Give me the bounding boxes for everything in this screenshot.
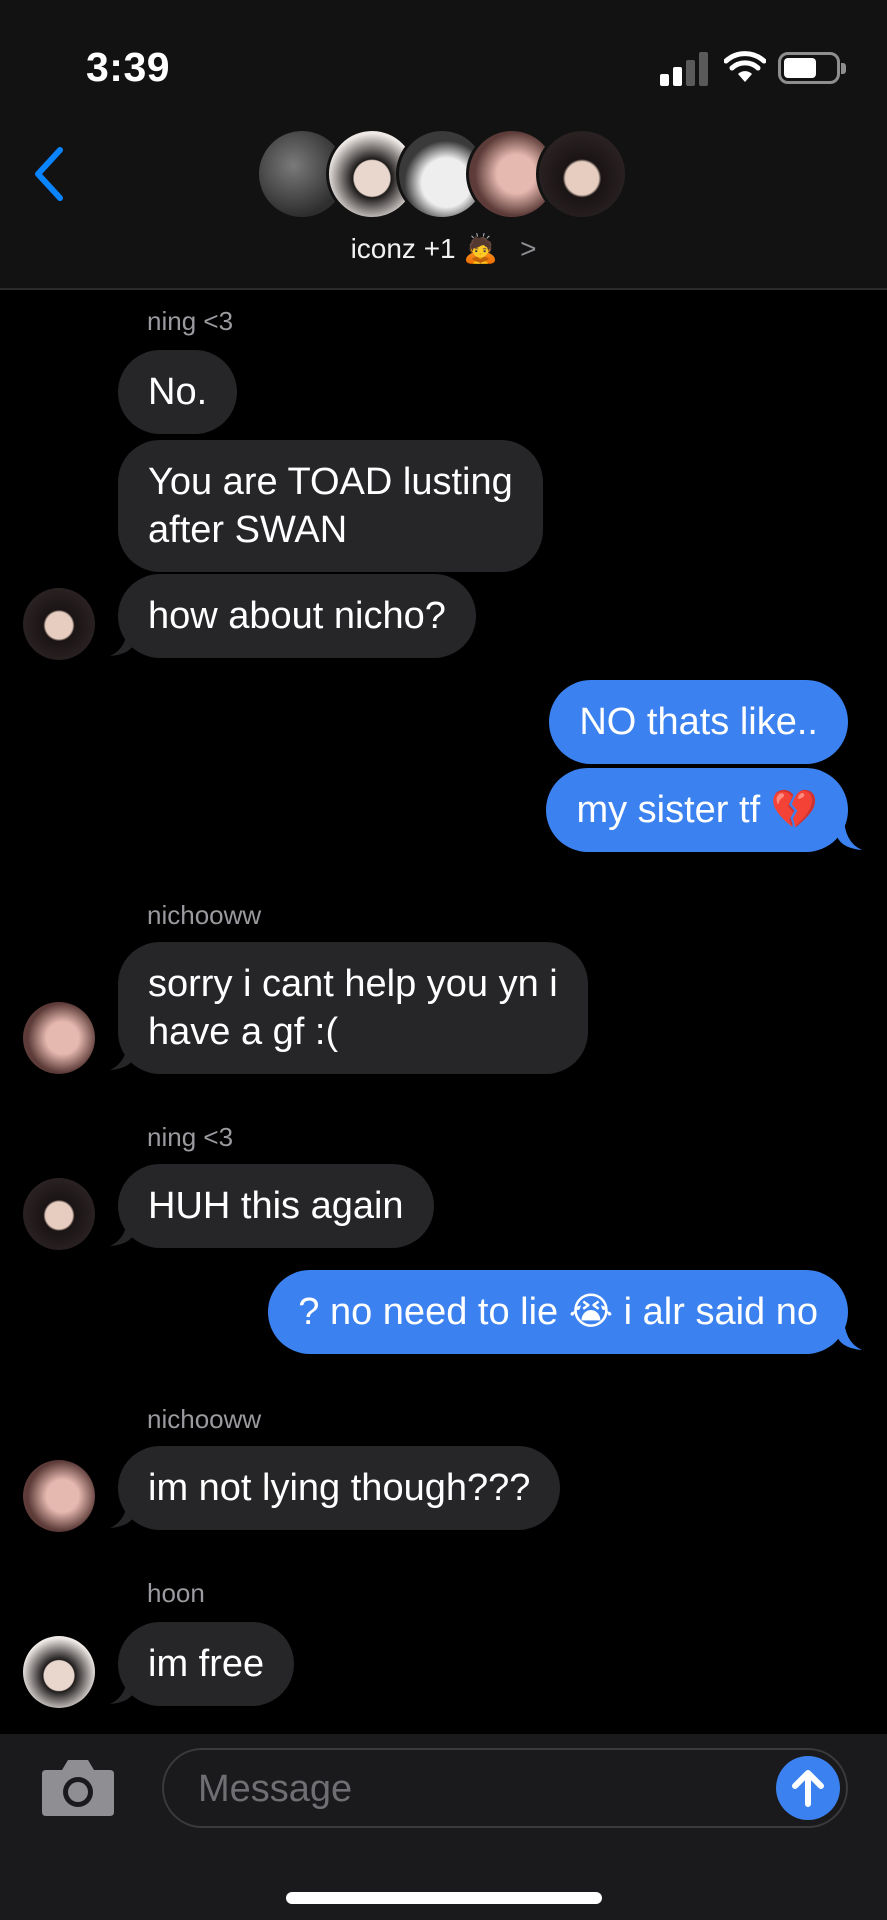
message-bubble-outgoing[interactable]: NO thats like.. bbox=[549, 680, 848, 764]
sender-name: nichooww bbox=[147, 1404, 262, 1434]
avatar-ning[interactable] bbox=[23, 1178, 95, 1250]
group-name[interactable]: iconz +1 🙇 > bbox=[0, 232, 887, 265]
message-placeholder: Message bbox=[198, 1768, 353, 1810]
group-emoji: 🙇 bbox=[463, 233, 499, 264]
send-button[interactable] bbox=[776, 1756, 840, 1820]
wifi-icon bbox=[724, 51, 766, 82]
home-indicator bbox=[286, 1892, 602, 1904]
arrow-up-icon bbox=[792, 1770, 824, 1807]
conversation-header: iconz +1 🙇 > bbox=[0, 120, 887, 290]
avatar-nichooww[interactable] bbox=[23, 1460, 95, 1532]
cellular-signal-icon bbox=[660, 52, 708, 86]
sender-name: hoon bbox=[147, 1578, 205, 1608]
sender-name: ning <3 bbox=[147, 1122, 234, 1152]
message-bubble-incoming[interactable]: HUH this again bbox=[118, 1164, 434, 1248]
status-bar: 3:39 bbox=[0, 0, 887, 120]
message-bubble-incoming[interactable]: sorry i cant help you yn i have a gf :( bbox=[118, 942, 588, 1074]
avatar-nichooww[interactable] bbox=[23, 1002, 95, 1074]
battery-icon bbox=[778, 52, 846, 84]
camera-icon[interactable] bbox=[38, 1756, 118, 1818]
group-avatars[interactable] bbox=[256, 128, 636, 224]
sender-name: nichooww bbox=[147, 900, 262, 930]
back-chevron-icon[interactable] bbox=[26, 142, 70, 206]
message-bubble-incoming[interactable]: im free bbox=[118, 1622, 295, 1706]
group-avatar-5 bbox=[536, 128, 628, 220]
chevron-right-icon: > bbox=[520, 233, 537, 264]
message-input[interactable]: Message bbox=[162, 1748, 848, 1828]
message-bubble-incoming[interactable]: No. bbox=[118, 350, 238, 434]
message-bubble-incoming[interactable]: im not lying though??? bbox=[118, 1446, 561, 1530]
group-name-label: iconz +1 bbox=[350, 233, 456, 264]
message-bubble-incoming[interactable]: how about nicho? bbox=[118, 574, 476, 658]
avatar-ning[interactable] bbox=[23, 588, 95, 660]
composer-bar: Message bbox=[0, 1734, 887, 1920]
avatar-hoon[interactable] bbox=[23, 1636, 95, 1708]
sender-name: ning <3 bbox=[147, 306, 234, 336]
message-bubble-outgoing[interactable]: my sister tf 💔 bbox=[546, 768, 848, 852]
message-bubble-outgoing[interactable]: ? no need to lie 😭 i alr said no bbox=[268, 1270, 848, 1354]
status-time: 3:39 bbox=[86, 44, 171, 90]
message-bubble-incoming[interactable]: You are TOAD lusting after SWAN bbox=[118, 440, 543, 572]
